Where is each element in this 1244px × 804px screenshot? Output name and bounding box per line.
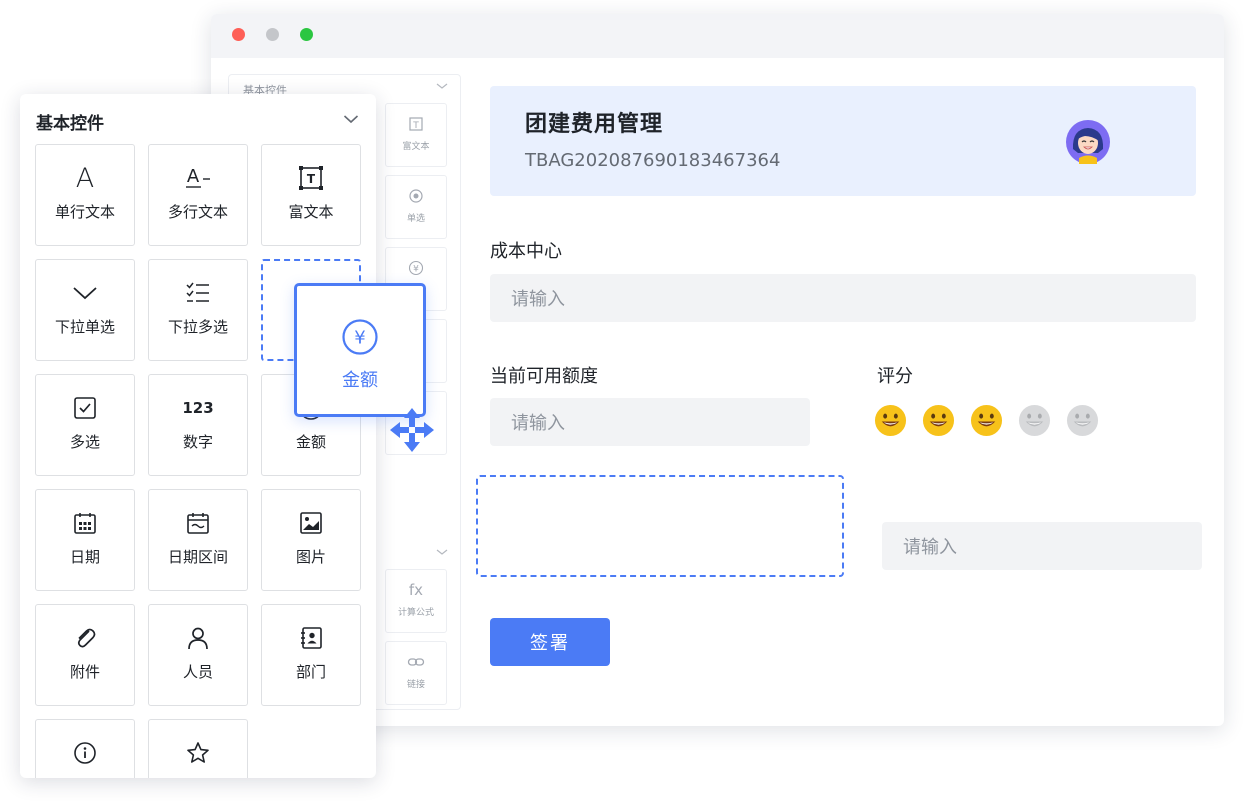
chevron-down-icon[interactable] xyxy=(436,547,448,557)
formula-icon: fx xyxy=(408,581,424,599)
yen-icon: ¥ xyxy=(408,260,424,276)
checkbox-icon xyxy=(36,393,134,423)
emoji-rating-face-active[interactable] xyxy=(922,404,955,437)
avatar[interactable] xyxy=(1065,119,1111,165)
tile-date[interactable]: 日期 xyxy=(35,489,135,591)
emoji-rating-face-inactive[interactable] xyxy=(1066,404,1099,437)
number-icon: 123 xyxy=(182,399,214,417)
tile-number[interactable]: 123 数字 xyxy=(148,374,248,476)
rich-text-icon: T xyxy=(262,163,360,193)
quota-label: 当前可用额度 xyxy=(490,366,598,387)
title-bar xyxy=(211,14,1224,58)
svg-text:T: T xyxy=(412,121,419,131)
link-icon xyxy=(407,658,425,666)
maximize-window-button[interactable] xyxy=(300,28,313,41)
checklist-icon xyxy=(149,278,247,308)
tile-person[interactable]: 人员 xyxy=(148,604,248,706)
control-palette: 基本控件 A 单行文本 A 多行文本 T 富文本 下拉单选 下拉多选 多选 12… xyxy=(20,94,376,778)
svg-text:¥: ¥ xyxy=(354,328,365,349)
star-icon xyxy=(149,738,247,768)
person-icon xyxy=(149,623,247,653)
emoji-rating-face-active[interactable] xyxy=(970,404,1003,437)
form-header-card: 团建费用管理 TBAG202087690183467364 xyxy=(490,86,1196,196)
radio-icon xyxy=(409,189,423,203)
palette-title: 基本控件 xyxy=(36,114,104,134)
image-icon xyxy=(262,508,360,538)
tile-image[interactable]: 图片 xyxy=(261,489,361,591)
department-icon xyxy=(262,623,360,653)
paperclip-icon xyxy=(36,623,134,653)
chevron-down-icon[interactable] xyxy=(343,113,359,125)
chevron-down-icon xyxy=(36,278,134,308)
tile-dropdown-multi[interactable]: 下拉多选 xyxy=(148,259,248,361)
emoji-rating-face-inactive[interactable] xyxy=(1018,404,1051,437)
svg-text:A: A xyxy=(187,166,200,187)
minimize-window-button[interactable] xyxy=(266,28,279,41)
tile-single-line-text[interactable]: A 单行文本 xyxy=(35,144,135,246)
dragged-amount-tile[interactable]: ¥ 金额 xyxy=(294,283,426,417)
close-window-button[interactable] xyxy=(232,28,245,41)
cost-center-label: 成本中心 xyxy=(490,241,562,262)
bg-tile-formula[interactable]: fx 计算公式 xyxy=(385,569,447,633)
rich-text-icon: T xyxy=(409,117,423,131)
info-icon xyxy=(36,738,134,768)
tile-star[interactable] xyxy=(148,719,248,778)
emoji-rating-face-active[interactable] xyxy=(874,404,907,437)
chevron-down-icon[interactable] xyxy=(436,81,448,91)
sign-button[interactable]: 签署 xyxy=(490,618,610,666)
dragged-tile-label: 金额 xyxy=(342,370,378,391)
yen-icon: ¥ xyxy=(297,318,423,356)
date-range-icon xyxy=(149,508,247,538)
extra-input[interactable]: 请输入 xyxy=(882,522,1202,570)
cost-center-input[interactable]: 请输入 xyxy=(490,274,1196,322)
tile-checkbox[interactable]: 多选 xyxy=(35,374,135,476)
form-code: TBAG202087690183467364 xyxy=(525,150,781,171)
bg-tile-radio[interactable]: 单选 xyxy=(385,175,447,239)
move-cursor-icon xyxy=(390,408,434,452)
date-icon xyxy=(36,508,134,538)
svg-text:T: T xyxy=(307,172,316,186)
form-title: 团建费用管理 xyxy=(525,112,664,137)
drop-zone[interactable] xyxy=(476,475,844,577)
svg-text:¥: ¥ xyxy=(413,265,419,275)
quota-input[interactable]: 请输入 xyxy=(490,398,810,446)
tile-rich-text[interactable]: T 富文本 xyxy=(261,144,361,246)
tile-department[interactable]: 部门 xyxy=(261,604,361,706)
tile-date-range[interactable]: 日期区间 xyxy=(148,489,248,591)
tile-dropdown-single[interactable]: 下拉单选 xyxy=(35,259,135,361)
rating-label: 评分 xyxy=(877,366,913,387)
tile-info[interactable] xyxy=(35,719,135,778)
multi-line-text-icon: A xyxy=(149,163,247,193)
single-line-text-icon: A xyxy=(75,162,95,194)
bg-tile-rich-text[interactable]: T 富文本 xyxy=(385,103,447,167)
bg-tile-link[interactable]: 链接 xyxy=(385,641,447,705)
tile-multi-line-text[interactable]: A 多行文本 xyxy=(148,144,248,246)
tile-attachment[interactable]: 附件 xyxy=(35,604,135,706)
